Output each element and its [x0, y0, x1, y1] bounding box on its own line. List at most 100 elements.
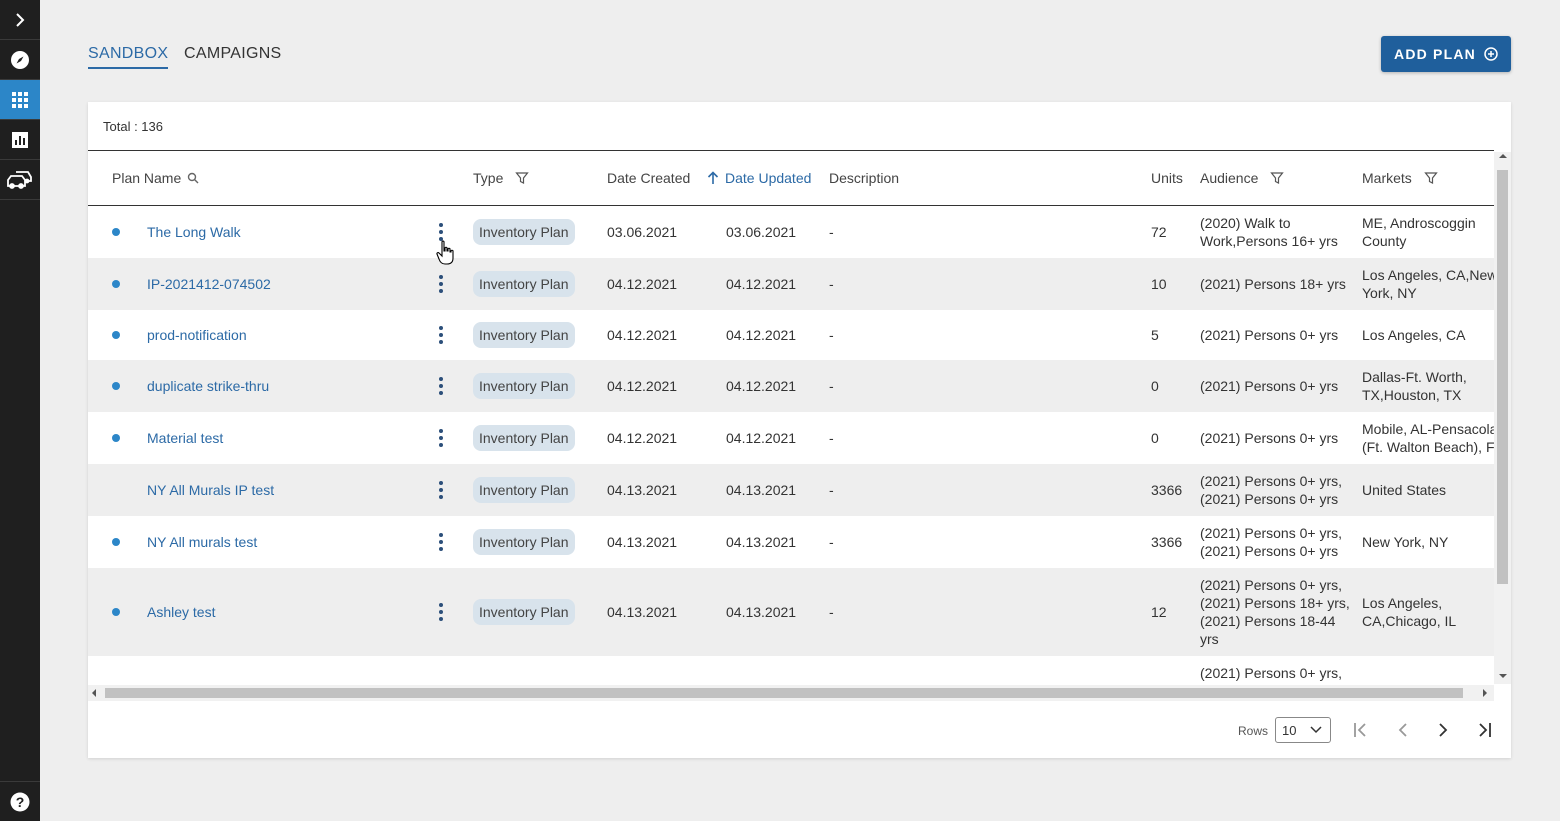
status-dot: [112, 538, 120, 546]
type-chip: Inventory Plan: [473, 529, 575, 555]
table-row[interactable]: NY All murals test Inventory Plan 04.13.20…: [88, 516, 1494, 568]
rows-per-page-select[interactable]: 10: [1275, 717, 1331, 743]
scroll-right-icon[interactable]: [1483, 689, 1487, 697]
markets-cell: Los Angeles, CA: [1362, 310, 1494, 360]
scroll-down-icon[interactable]: [1499, 674, 1507, 678]
row-menu-kebab-icon[interactable]: [437, 326, 445, 344]
sidebar-item-reports[interactable]: [0, 120, 40, 160]
horizontal-scrollbar[interactable]: [88, 685, 1494, 701]
row-menu-kebab-icon[interactable]: [437, 533, 445, 551]
expand-sidebar-button[interactable]: [0, 0, 40, 40]
header-plan-name-label: Plan Name: [112, 170, 182, 186]
previous-page-button[interactable]: [1393, 720, 1413, 740]
tab-sandbox[interactable]: SANDBOX: [88, 45, 169, 69]
sidebar: ?: [0, 0, 40, 821]
header-audience[interactable]: Audience: [1200, 170, 1285, 186]
plan-name-link[interactable]: duplicate strike-thru: [147, 360, 269, 412]
date-created-cell: 04.13.2021: [607, 534, 678, 550]
date-updated-cell: 04.12.2021: [726, 430, 797, 446]
table-row[interactable]: (2021) Persons 0+ yrs,: [88, 656, 1494, 686]
plan-name-link[interactable]: IP-2021412-074502: [147, 258, 271, 310]
type-cell: Inventory Plan: [473, 464, 575, 516]
chevron-right-icon: [1439, 723, 1448, 737]
markets-line: (Ft. Walton Beach), FL: [1362, 439, 1494, 455]
header-audience-label: Audience: [1200, 170, 1259, 186]
table-row[interactable]: prod-notification Inventory Plan 04.12.202…: [88, 310, 1494, 360]
first-page-button[interactable]: [1352, 720, 1372, 740]
audience-line: (2021) Persons 0+ yrs: [1200, 543, 1339, 559]
plan-name-link[interactable]: NY All Murals IP test: [147, 464, 274, 516]
type-chip: Inventory Plan: [473, 322, 575, 348]
audience-cell: (2021) Persons 18+ yrs: [1200, 258, 1350, 310]
header-date-updated[interactable]: Date Updated: [707, 170, 811, 186]
audience-cell: (2021) Persons 0+ yrs: [1200, 360, 1350, 412]
row-menu-kebab-icon[interactable]: [437, 275, 445, 293]
table-row[interactable]: Material test Inventory Plan 04.12.2021 04.…: [88, 412, 1494, 464]
header-units[interactable]: Units: [1151, 170, 1183, 186]
plan-name-link[interactable]: prod-notification: [147, 310, 247, 360]
description-cell: -: [829, 378, 834, 394]
units-cell: 3366: [1151, 534, 1183, 550]
header-markets[interactable]: Markets: [1362, 170, 1438, 186]
header-date-created[interactable]: Date Created: [607, 170, 690, 186]
table-row[interactable]: The Long Walk Inventory Plan 03.06.2021 03.…: [88, 206, 1494, 258]
date-created-cell: 04.12.2021: [607, 430, 678, 446]
markets-cell: Dallas-Ft. Worth, TX,Houston, TX: [1362, 360, 1494, 412]
description-cell: -: [829, 482, 834, 498]
type-chip: Inventory Plan: [473, 373, 575, 399]
search-icon[interactable]: [187, 172, 199, 184]
row-menu-kebab-icon[interactable]: [437, 603, 445, 621]
add-plan-button[interactable]: ADD PLAN: [1381, 36, 1511, 72]
audience-line: (2021) Persons 18+ yrs: [1200, 276, 1346, 292]
type-chip: Inventory Plan: [473, 219, 575, 245]
scroll-left-icon[interactable]: [92, 689, 96, 697]
add-plan-label: ADD PLAN: [1394, 46, 1476, 62]
last-page-button[interactable]: [1473, 720, 1493, 740]
table-row[interactable]: IP-2021412-074502 Inventory Plan 04.12.202…: [88, 258, 1494, 310]
vertical-scrollbar[interactable]: [1494, 152, 1511, 684]
audience-cell: (2021) Persons 0+ yrs: [1200, 412, 1350, 464]
header-plan-name[interactable]: Plan Name: [112, 170, 199, 186]
markets-line: New York, NY: [1362, 534, 1449, 550]
sidebar-item-traffic[interactable]: [0, 160, 40, 200]
description-cell: -: [829, 534, 834, 550]
markets-line: County: [1362, 233, 1407, 249]
next-page-button[interactable]: [1433, 720, 1453, 740]
sidebar-item-explore[interactable]: [0, 40, 40, 80]
plan-name-link[interactable]: Material test: [147, 412, 223, 464]
header-description[interactable]: Description: [829, 170, 899, 186]
type-cell: Inventory Plan: [473, 568, 575, 656]
row-menu-kebab-icon[interactable]: [437, 223, 445, 241]
row-menu-kebab-icon[interactable]: [437, 377, 445, 395]
audience-cell: (2021) Persons 0+ yrs: [1200, 310, 1350, 360]
row-menu-kebab-icon[interactable]: [437, 429, 445, 447]
filter-icon[interactable]: [1270, 171, 1285, 185]
date-updated-cell: 04.13.2021: [726, 534, 797, 550]
chevron-down-icon: [1310, 726, 1322, 734]
table-row[interactable]: duplicate strike-thru Inventory Plan 04.12…: [88, 360, 1494, 412]
chevron-left-icon: [1398, 723, 1407, 737]
help-button[interactable]: ?: [0, 781, 40, 821]
plan-name-link[interactable]: The Long Walk: [147, 206, 241, 258]
audience-line: (2021) Persons 18+ yrs,: [1200, 595, 1350, 611]
plan-name-link[interactable]: NY All murals test: [147, 516, 257, 568]
filter-icon[interactable]: [515, 171, 530, 185]
date-created-cell: 04.12.2021: [607, 276, 678, 292]
header-type[interactable]: Type: [473, 170, 530, 186]
audience-cell: (2020) Walk to Work,Persons 16+ yrs: [1200, 206, 1350, 258]
scroll-up-icon[interactable]: [1499, 154, 1507, 158]
table-row[interactable]: NY All Murals IP test Inventory Plan 04.13…: [88, 464, 1494, 516]
vertical-scroll-thumb[interactable]: [1497, 170, 1508, 584]
date-updated-cell: 04.12.2021: [726, 327, 797, 343]
sidebar-item-plans[interactable]: [0, 80, 40, 120]
markets-cell: Los Angeles, CA,Chicago, IL: [1362, 568, 1494, 656]
date-updated-cell: 04.13.2021: [726, 604, 797, 620]
horizontal-scroll-thumb[interactable]: [105, 688, 1463, 698]
plan-name-link[interactable]: Ashley test: [147, 568, 215, 656]
filter-icon[interactable]: [1424, 171, 1438, 185]
table-row[interactable]: Ashley test Inventory Plan 04.13.2021 04.13…: [88, 568, 1494, 656]
units-cell: 12: [1151, 604, 1167, 620]
markets-line: Dallas-Ft. Worth,: [1362, 369, 1467, 385]
tab-campaigns[interactable]: CAMPAIGNS: [184, 45, 282, 67]
row-menu-kebab-icon[interactable]: [437, 481, 445, 499]
